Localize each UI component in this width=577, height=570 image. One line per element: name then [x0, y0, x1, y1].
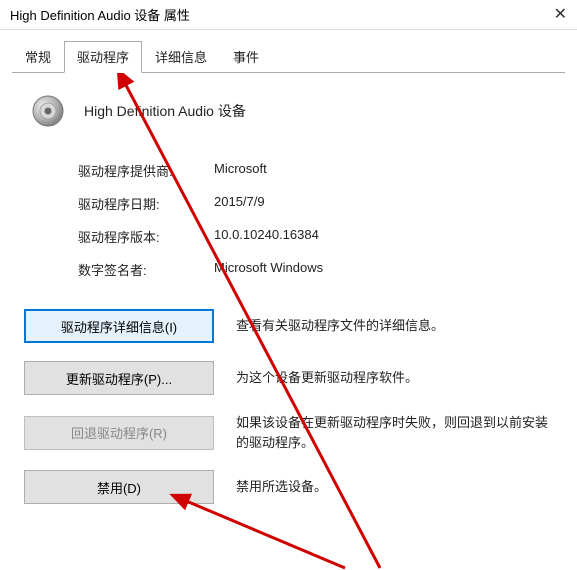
provider-label: 驱动程序提供商:: [78, 161, 214, 180]
disable-button[interactable]: 禁用(D): [24, 470, 214, 504]
date-value: 2015/7/9: [214, 194, 265, 213]
signer-label: 数字签名者:: [78, 260, 214, 279]
tab-general[interactable]: 常规: [12, 41, 64, 73]
device-header: High Definition Audio 设备: [30, 93, 553, 129]
version-label: 驱动程序版本:: [78, 227, 214, 246]
driver-info: 驱动程序提供商: Microsoft 驱动程序日期: 2015/7/9 驱动程序…: [78, 161, 553, 279]
disable-desc: 禁用所选设备。: [236, 477, 553, 497]
signer-value: Microsoft Windows: [214, 260, 323, 279]
tab-details[interactable]: 详细信息: [142, 41, 220, 73]
tab-strip: 常规 驱动程序 详细信息 事件: [0, 30, 577, 72]
update-driver-desc: 为这个设备更新驱动程序软件。: [236, 368, 553, 388]
tab-events[interactable]: 事件: [220, 41, 272, 73]
action-details: 驱动程序详细信息(I) 查看有关驱动程序文件的详细信息。: [24, 309, 553, 343]
driver-details-desc: 查看有关驱动程序文件的详细信息。: [236, 316, 553, 336]
device-name: High Definition Audio 设备: [84, 101, 246, 121]
window-title: High Definition Audio 设备 属性: [10, 5, 190, 24]
rollback-driver-desc: 如果该设备在更新驱动程序时失败，则回退到以前安装的驱动程序。: [236, 413, 553, 452]
date-label: 驱动程序日期:: [78, 194, 214, 213]
action-rollback: 回退驱动程序(R) 如果该设备在更新驱动程序时失败，则回退到以前安装的驱动程序。: [24, 413, 553, 452]
rollback-driver-button: 回退驱动程序(R): [24, 416, 214, 450]
speaker-icon: [30, 93, 66, 129]
action-update: 更新驱动程序(P)... 为这个设备更新驱动程序软件。: [24, 361, 553, 395]
tab-panel-driver: High Definition Audio 设备 驱动程序提供商: Micros…: [0, 73, 577, 504]
update-driver-button[interactable]: 更新驱动程序(P)...: [24, 361, 214, 395]
version-value: 10.0.10240.16384: [214, 227, 319, 246]
action-disable: 禁用(D) 禁用所选设备。: [24, 470, 553, 504]
provider-value: Microsoft: [214, 161, 267, 180]
close-icon[interactable]: ✕: [527, 7, 567, 23]
driver-details-button[interactable]: 驱动程序详细信息(I): [24, 309, 214, 343]
tab-driver[interactable]: 驱动程序: [64, 41, 142, 73]
titlebar: High Definition Audio 设备 属性 ✕: [0, 0, 577, 30]
